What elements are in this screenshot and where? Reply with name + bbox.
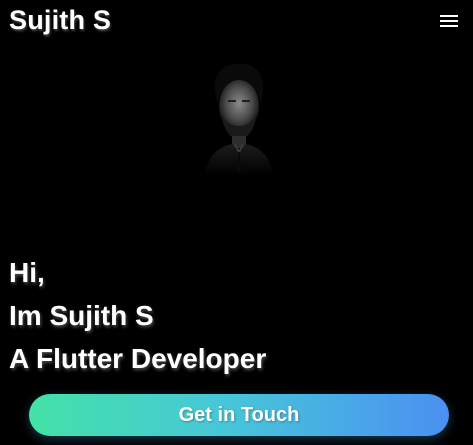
role-text: A Flutter Developer	[9, 343, 267, 374]
get-in-touch-button[interactable]: Get in Touch	[29, 394, 449, 436]
menu-icon	[440, 15, 458, 27]
menu-button[interactable]	[436, 10, 462, 32]
site-brand[interactable]: Sujith S	[9, 3, 111, 37]
intro-text: Im Sujith S	[9, 300, 154, 331]
portfolio-page: Sujith S Hi, Im Sujith S A Flutter Devel…	[0, 0, 473, 445]
get-in-touch-label: Get in Touch	[178, 403, 300, 426]
profile-photo	[199, 60, 279, 176]
greeting-text: Hi,	[9, 257, 45, 288]
